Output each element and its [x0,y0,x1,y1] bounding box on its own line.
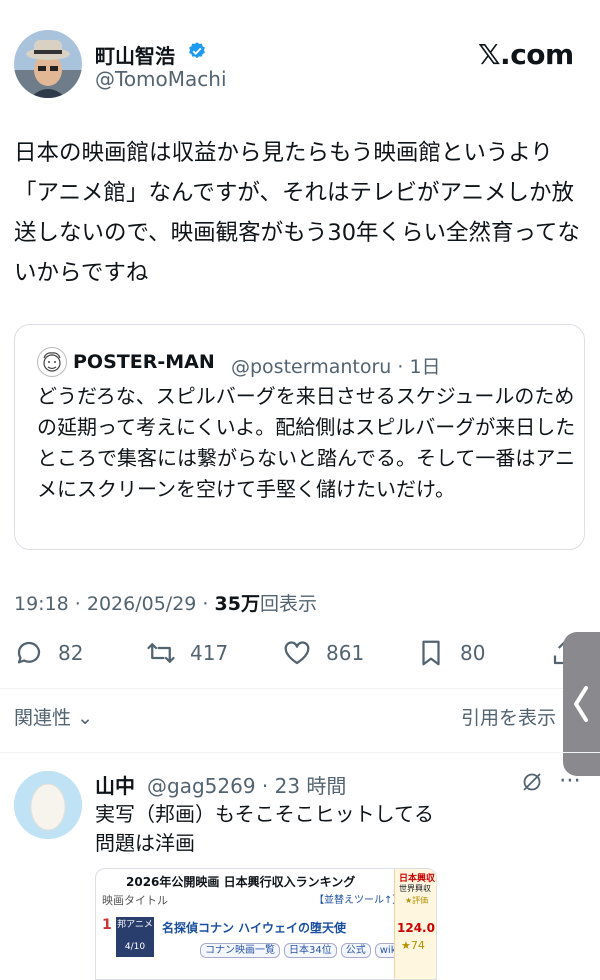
image-side-column: 日本興収 世界興収 ★評価 124.0 ★74 [394,869,436,979]
repost-button[interactable]: 417 [146,638,228,668]
reply-icon [17,641,41,664]
image-sort-tool: 【並替えツール↑】 [314,895,403,906]
grok-icon[interactable] [520,770,544,794]
chevron-left-icon [574,686,588,722]
like-button[interactable]: 861 [282,638,364,668]
view-suffix: 回表示 [259,593,317,615]
quoted-avatar [37,347,67,377]
repost-icon [147,643,175,663]
image-badge: 邦アニメ 4/10 [116,917,154,957]
reply-button[interactable]: 82 [14,638,83,668]
tweet-text: 日本の映画館は収益から見たらもう映画館というより「アニメ館」なんですが、それはテ… [14,140,580,286]
author-name[interactable]: 町山智浩 [95,40,175,69]
chevron-down-icon: ⌄ [77,707,93,729]
reply-author-name[interactable]: 山中 [95,770,135,799]
quoted-handle: @postermantoru · 1日 [231,356,441,378]
sort-related-label: 関連性 [14,707,72,729]
image-tags: コナン映画一覧 日本34位 公式 wiki [200,941,408,958]
reply-avatar[interactable] [14,771,82,839]
reply-author-handle[interactable]: @gag5269 · 23 時間 [147,770,346,799]
view-count: 35万 [214,593,260,615]
reply-text: 実写（邦画）もそこそこヒットしてる 問題は洋画 [95,802,434,855]
quoted-tweet[interactable]: POSTER-MAN @postermantoru · 1日 どうだろな、スピル… [14,324,585,550]
view-quotes-link[interactable]: 引用を表示 [461,703,556,730]
image-column-label: 映画タイトル [102,894,168,907]
more-icon[interactable]: ⋯ [559,768,581,793]
reply-image[interactable]: 2026年公開映画 日本興行収入ランキング 映画タイトル 【並替えツール↑】 1… [95,868,437,980]
divider [0,752,600,753]
tweet-meta: 19:18 · 2026/05/29 · 35万回表示 [14,589,317,616]
image-rank: 1 [102,917,112,933]
tweet-time[interactable]: 19:18 · 2026/05/29 · [14,593,215,615]
like-icon [284,641,310,665]
image-title: 2026年公開映画 日本興行収入ランキング [126,875,356,889]
repost-count: 417 [190,641,229,665]
verified-badge-icon [189,42,205,59]
bookmark-button[interactable]: 80 [416,638,485,668]
quoted-text: どうだろな、スピルバーグを来日させるスケジュールのための延期って考えにくいよ。配… [37,384,576,501]
x-logo: 𝕏.com [478,38,574,71]
bookmark-count: 80 [460,641,486,665]
image-movie-title: 名探偵コナン ハイウェイの堕天使 [162,921,346,935]
divider [0,688,600,689]
author-handle[interactable]: @TomoMachi [95,67,227,91]
author-avatar[interactable] [14,30,82,98]
side-panel-handle[interactable] [563,632,600,776]
reply-count: 82 [58,641,84,665]
quoted-name: POSTER-MAN [73,351,215,373]
like-count: 861 [326,641,365,665]
bookmark-icon [422,640,440,666]
sort-related-dropdown[interactable]: 関連性 ⌄ [14,703,93,730]
